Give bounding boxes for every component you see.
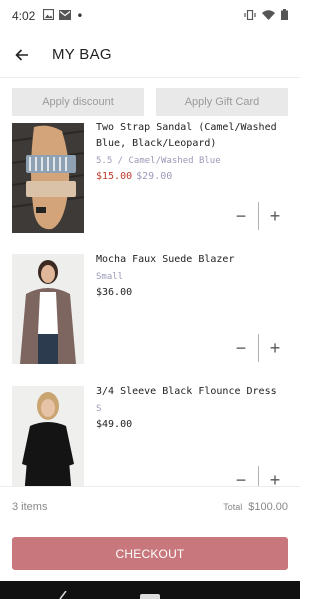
item-price: $15.00 $29.00 [96, 170, 292, 184]
decrease-quantity-button[interactable]: − [228, 203, 254, 229]
item-info: Mocha Faux Suede Blazer Small $36.00 [96, 252, 292, 300]
vibrate-icon [244, 9, 256, 23]
item-count: 3 items [12, 500, 48, 513]
total-value: $100.00 [248, 500, 288, 513]
promo-row: Apply discount Apply Gift Card [12, 88, 288, 116]
status-dot: • [76, 9, 84, 23]
original-price: $29.00 [136, 171, 173, 182]
app-bar: MY BAG [0, 32, 300, 78]
status-bar: 4:02 • [0, 0, 300, 32]
item-name[interactable]: 3/4 Sleeve Black Flounce Dress [96, 384, 292, 400]
increase-quantity-button[interactable]: + [262, 335, 288, 361]
status-time: 4:02 [12, 9, 36, 23]
checkout-button[interactable]: CHECKOUT [12, 537, 288, 570]
system-nav-bar [0, 581, 300, 599]
list-item: Mocha Faux Suede Blazer Small $36.00 − + [0, 252, 300, 382]
quantity-stepper: − + [228, 334, 288, 362]
image-notification-icon [43, 8, 55, 23]
increase-quantity-button[interactable]: + [262, 467, 288, 487]
product-image[interactable] [12, 123, 84, 233]
mail-notification-icon [59, 9, 72, 23]
bag-items-list: Two Strap Sandal (Camel/Washed Blue, Bla… [0, 120, 300, 486]
item-name[interactable]: Two Strap Sandal (Camel/Washed Blue, Bla… [96, 120, 292, 152]
product-image[interactable] [12, 254, 84, 364]
item-variant: S [96, 404, 102, 414]
product-image[interactable] [12, 386, 84, 486]
wifi-icon [262, 9, 275, 23]
list-item: 3/4 Sleeve Black Flounce Dress S $49.00 … [0, 384, 300, 486]
decrease-quantity-button[interactable]: − [228, 467, 254, 487]
list-item: Two Strap Sandal (Camel/Washed Blue, Bla… [0, 120, 300, 250]
item-price: $36.00 [96, 287, 133, 298]
stepper-divider [257, 202, 259, 230]
sale-price: $15.00 [96, 171, 133, 182]
back-button[interactable] [2, 32, 42, 78]
back-nav-icon[interactable] [58, 591, 68, 599]
total-label: Total [223, 501, 243, 512]
apply-gift-card-button[interactable]: Apply Gift Card [156, 88, 288, 116]
item-info: Two Strap Sandal (Camel/Washed Blue, Bla… [96, 120, 292, 184]
decrease-quantity-button[interactable]: − [228, 335, 254, 361]
home-nav-icon[interactable] [140, 594, 160, 599]
apply-discount-button[interactable]: Apply discount [12, 88, 144, 116]
arrow-left-icon [15, 48, 28, 61]
item-variant: Small [96, 272, 124, 282]
battery-icon [281, 9, 288, 23]
quantity-stepper: − + [228, 466, 288, 486]
increase-quantity-button[interactable]: + [262, 203, 288, 229]
item-variant: 5.5 / Camel/Washed Blue [96, 156, 221, 166]
quantity-stepper: − + [228, 202, 288, 230]
item-info: 3/4 Sleeve Black Flounce Dress S $49.00 [96, 384, 292, 432]
stepper-divider [257, 466, 259, 486]
bag-summary: 3 items Total $100.00 [0, 486, 300, 526]
item-name[interactable]: Mocha Faux Suede Blazer [96, 252, 292, 268]
item-price: $49.00 [96, 419, 133, 430]
stepper-divider [257, 334, 259, 362]
page-title: MY BAG [52, 46, 112, 63]
